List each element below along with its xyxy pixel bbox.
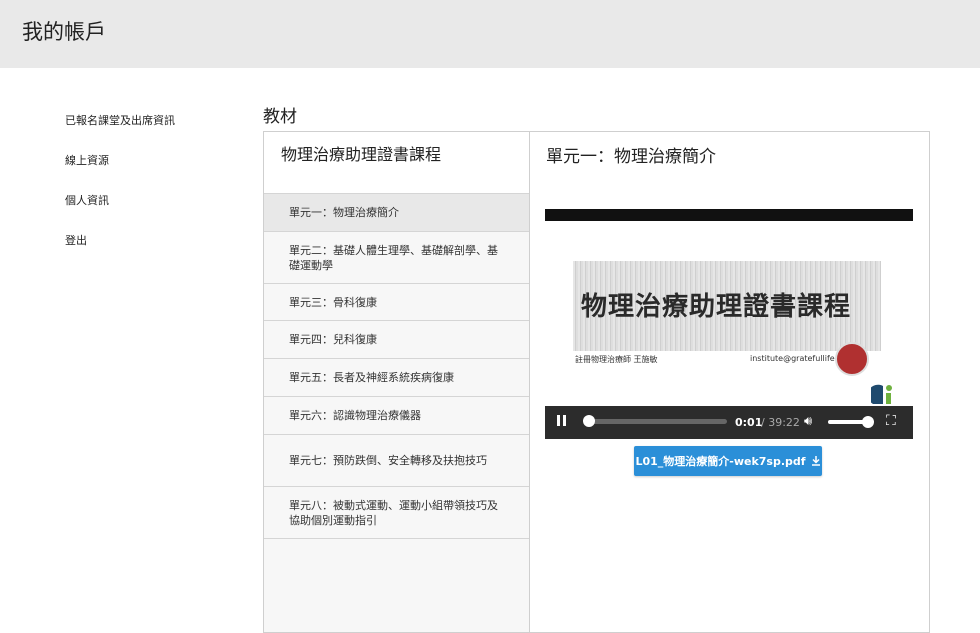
video-progress-bar[interactable] [583, 415, 727, 427]
unit-title: 單元一：物理治療簡介 [546, 147, 716, 167]
unit-content: 單元一：物理治療簡介 物理治療助理證書課程 註冊物理治療師 王施敏 instit… [530, 132, 928, 632]
course-title: 物理治療助理證書課程 [264, 132, 529, 194]
download-icon [811, 456, 820, 466]
top-header: 我的帳戶 [0, 0, 980, 68]
sidebar-item-logout[interactable]: 登出 [65, 232, 175, 272]
section-title: 教材 [263, 107, 297, 127]
total-time: / 39:22 [761, 416, 800, 429]
video-top-strip [545, 209, 913, 221]
unit-item-5[interactable]: 單元五：長者及神經系統疾病復康 [264, 359, 529, 397]
progress-knob[interactable] [583, 415, 596, 427]
volume-slider[interactable] [828, 416, 874, 428]
fullscreen-icon[interactable]: ⛶ [886, 413, 896, 429]
unit-list: 物理治療助理證書課程 單元一：物理治療簡介 單元二：基礎人體生理學、基礎解剖學、… [264, 132, 530, 632]
materials-panel: 物理治療助理證書課程 單元一：物理治療簡介 單元二：基礎人體生理學、基礎解剖學、… [263, 131, 930, 633]
page-title: 我的帳戶 [22, 20, 106, 44]
unit-item-7[interactable]: 單元七：預防跌倒、安全轉移及扶抱技巧 [264, 435, 529, 487]
video-controls: 0:01 / 39:22 🔊︎ ⛶ [545, 406, 913, 439]
slide-left-caption: 註冊物理治療師 王施敏 [575, 355, 658, 364]
volume-knob[interactable] [862, 416, 874, 428]
unit-item-4[interactable]: 單元四：兒科復康 [264, 321, 529, 359]
sidebar-nav: 已報名課堂及出席資訊 線上資源 個人資訊 登出 [65, 112, 175, 272]
video-player[interactable]: 物理治療助理證書課程 註冊物理治療師 王施敏 institute@gratefu… [545, 209, 913, 439]
video-slide: 物理治療助理證書課程 [573, 261, 881, 351]
current-time: 0:01 [735, 416, 763, 429]
volume-icon[interactable]: 🔊︎ [804, 414, 812, 429]
slide-title: 物理治療助理證書課程 [581, 292, 852, 322]
brand-logo-icon [871, 384, 892, 404]
pause-icon[interactable] [557, 415, 571, 429]
sidebar-item-personal-info[interactable]: 個人資訊 [65, 192, 175, 232]
unit-item-1[interactable]: 單元一：物理治療簡介 [264, 194, 529, 232]
download-label: L01_物理治療簡介-wek7sp.pdf [635, 455, 806, 468]
download-pdf-button[interactable]: L01_物理治療簡介-wek7sp.pdf [634, 446, 822, 476]
unit-item-8[interactable]: 單元八：被動式運動、運動小組帶領技巧及協助個別運動指引 [264, 487, 529, 539]
sidebar-item-enrolled-classes[interactable]: 已報名課堂及出席資訊 [65, 112, 175, 152]
unit-item-6[interactable]: 單元六：認識物理治療儀器 [264, 397, 529, 435]
seal-icon [835, 342, 869, 376]
unit-item-2[interactable]: 單元二：基礎人體生理學、基礎解剖學、基礎運動學 [264, 232, 529, 284]
unit-item-3[interactable]: 單元三：骨科復康 [264, 284, 529, 321]
sidebar-item-online-resources[interactable]: 線上資源 [65, 152, 175, 192]
